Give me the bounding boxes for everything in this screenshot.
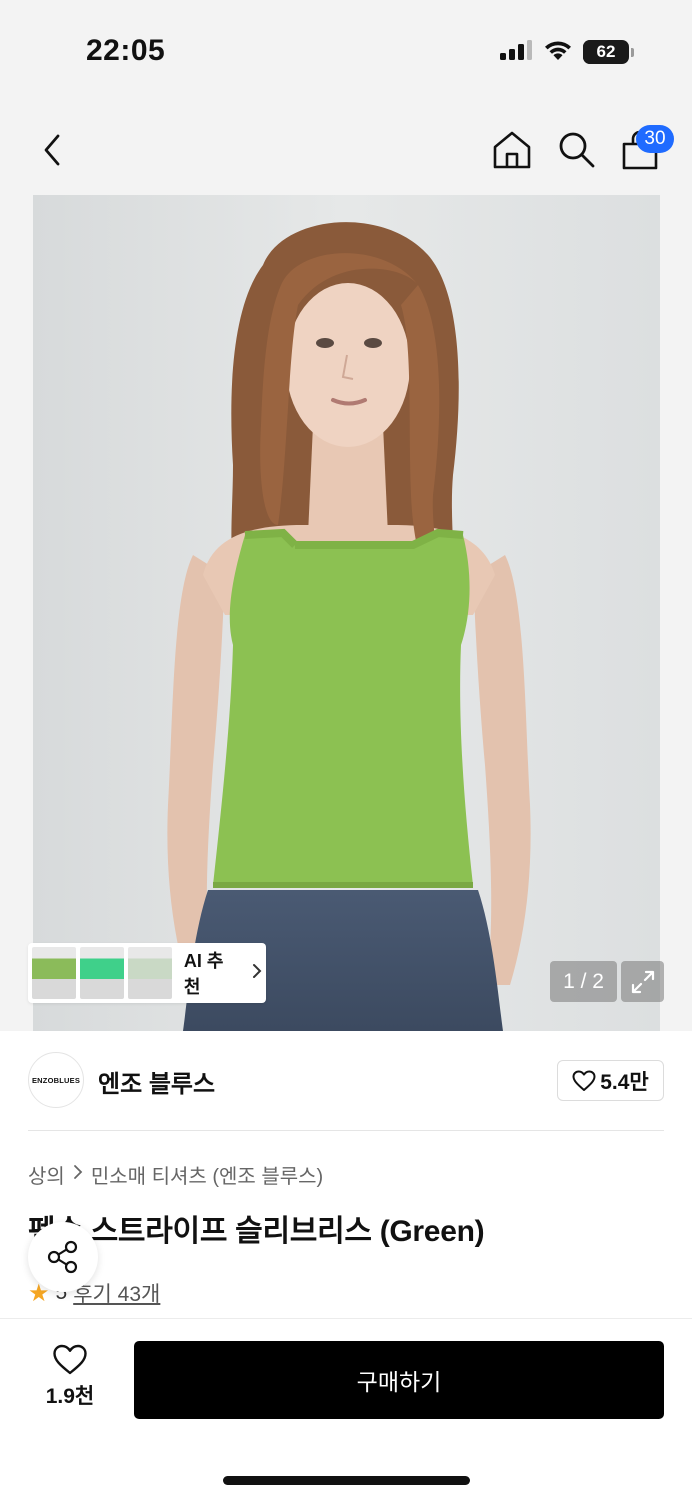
wifi-icon bbox=[543, 39, 573, 66]
ai-recommend-thumb[interactable] bbox=[79, 947, 124, 999]
heart-icon bbox=[53, 1344, 87, 1375]
status-icons: 62 bbox=[499, 36, 634, 68]
brand-name[interactable]: 엔조 블루스 bbox=[98, 1064, 215, 1099]
breadcrumb: 상의 민소매 티셔츠 (엔조 블루스) bbox=[28, 1160, 323, 1189]
breadcrumb-subcategory[interactable]: 민소매 티셔츠 (엔조 블루스) bbox=[91, 1160, 323, 1189]
ai-recommend-label: AI 추천 bbox=[183, 951, 224, 997]
battery-cap bbox=[631, 47, 634, 57]
chevron-right-icon bbox=[252, 963, 262, 984]
buy-button[interactable]: 구매하기 bbox=[134, 1341, 664, 1419]
status-time: 22:05 bbox=[86, 34, 166, 67]
heart-icon bbox=[572, 1070, 596, 1091]
chevron-right-icon bbox=[73, 1163, 83, 1186]
back-button[interactable] bbox=[30, 128, 74, 172]
wishlist-count: 1.9천 bbox=[45, 1385, 95, 1408]
battery-percent: 62 bbox=[596, 42, 616, 61]
brand-like-button[interactable]: 5.4만 bbox=[557, 1060, 664, 1101]
ai-recommend-thumb[interactable] bbox=[32, 947, 76, 999]
cellular-signal-icon bbox=[499, 39, 533, 66]
search-icon bbox=[559, 132, 595, 168]
brand-logo[interactable]: ENZOBLUES bbox=[28, 1052, 84, 1108]
wishlist-button[interactable]: 1.9천 bbox=[30, 1344, 110, 1410]
expand-icon bbox=[631, 970, 654, 993]
search-button[interactable] bbox=[554, 128, 598, 172]
ai-recommend-thumb[interactable] bbox=[127, 947, 172, 999]
battery-icon: 62 bbox=[583, 40, 629, 64]
share-button[interactable] bbox=[28, 1222, 98, 1292]
home-indicator bbox=[223, 1476, 470, 1485]
cart-count-badge: 30 bbox=[636, 125, 674, 153]
product-title: 펜슨 스트라이프 슬리브리스 (Green) bbox=[28, 1215, 485, 1248]
page-indicator: 1 / 2 bbox=[550, 961, 617, 1002]
brand-logo-text: ENZOBLUES bbox=[31, 1075, 81, 1085]
home-icon bbox=[493, 131, 531, 169]
back-chevron-icon bbox=[44, 134, 60, 166]
home-button[interactable] bbox=[490, 128, 534, 172]
share-icon bbox=[47, 1240, 78, 1274]
model-photo bbox=[33, 195, 660, 1031]
product-image[interactable] bbox=[33, 195, 660, 1031]
breadcrumb-category[interactable]: 상의 bbox=[28, 1160, 65, 1189]
ai-recommend-panel[interactable]: AI 추천 bbox=[28, 943, 266, 1003]
brand-like-count: 5.4만 bbox=[600, 1070, 649, 1094]
expand-image-button[interactable] bbox=[621, 961, 664, 1002]
divider bbox=[28, 1130, 664, 1131]
